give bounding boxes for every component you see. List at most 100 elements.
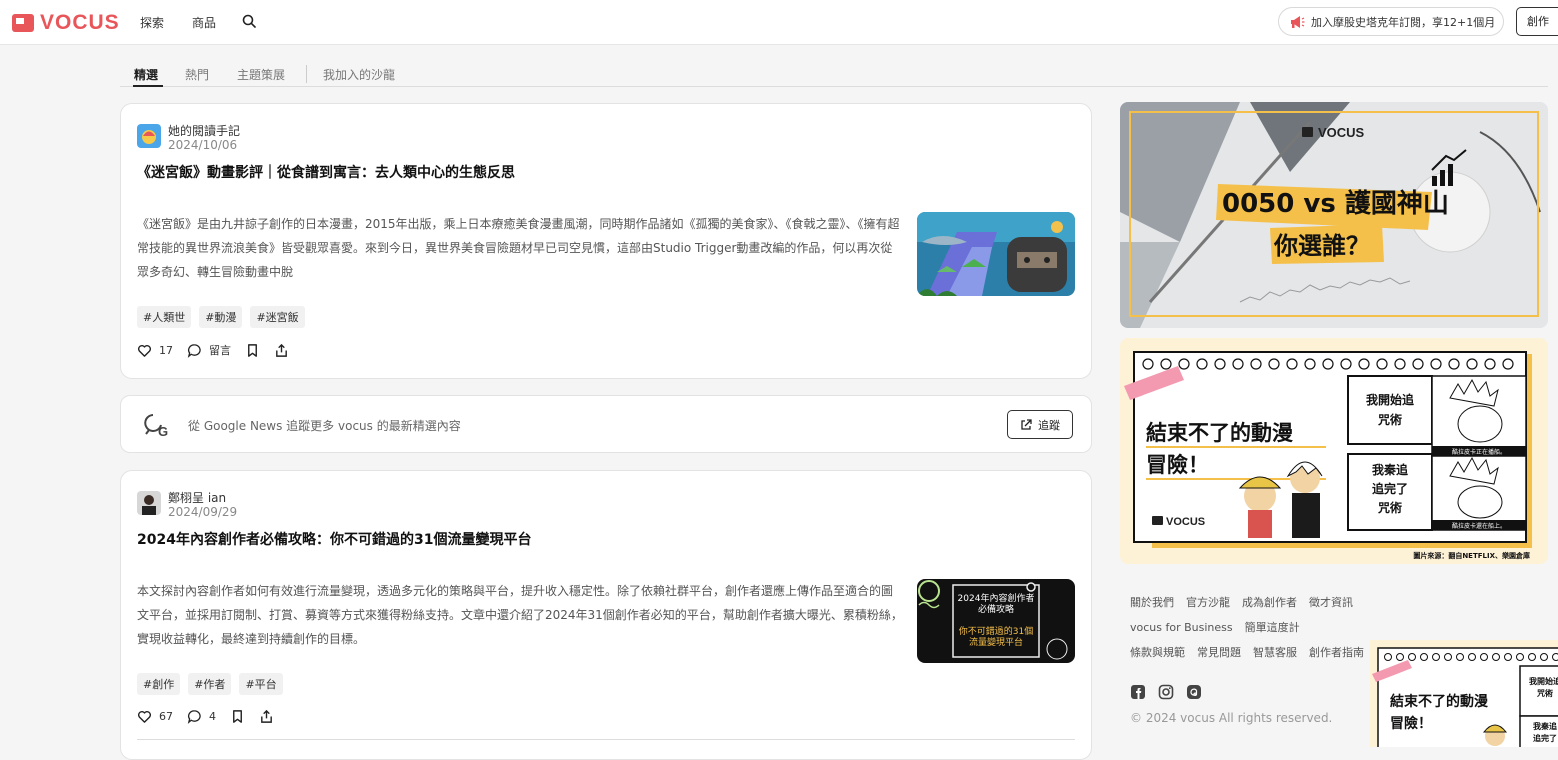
post-card[interactable]: 她的閱讀手記 2024/10/06 《迷宮飯》動畫影評｜從食譜到寓言：去人類中心…: [120, 103, 1092, 379]
tab-curation[interactable]: 主題策展: [237, 66, 285, 83]
ad3-box2: 我秦追: [1533, 721, 1557, 731]
active-tab-indicator: [133, 85, 163, 87]
tab-popular[interactable]: 熱門: [185, 66, 209, 83]
footer-link-progress[interactable]: 簡單這度計: [1245, 621, 1300, 634]
ad2-brand: VOCUS: [1166, 516, 1205, 528]
ad-banner-anime[interactable]: 結束不了的動漫 冒險！ VOCUS 我開始追 咒術 酷拉皮卡正在播船。 我秦追 …: [1120, 338, 1548, 564]
author-name[interactable]: 鄭栩呈 ian: [168, 489, 226, 506]
create-button[interactable]: 創作: [1516, 7, 1558, 36]
comment-icon: [187, 709, 202, 724]
nav-explore[interactable]: 探索: [140, 14, 164, 31]
thumb-line-4: 流量變現平台: [969, 636, 1023, 648]
logo-text: VOCUS: [40, 11, 120, 35]
comment-button[interactable]: 4: [187, 709, 216, 724]
external-link-icon: [1020, 419, 1032, 431]
bookmark-icon: [245, 343, 260, 358]
thumb-line-2: 必備攻略: [978, 603, 1014, 615]
svg-text:G: G: [158, 424, 168, 438]
megaphone-icon: [1289, 15, 1305, 29]
like-button[interactable]: 17: [137, 343, 173, 358]
ad2-headline1: 結束不了的動漫: [1146, 421, 1293, 445]
ad2-source: 圖片來源：翻自NETFLIX、樂園倉庫: [1413, 551, 1530, 560]
post-actions: 67 4: [137, 709, 288, 724]
follow-button[interactable]: 追蹤: [1007, 410, 1073, 439]
tag[interactable]: #創作: [137, 673, 180, 695]
like-button[interactable]: 67: [137, 709, 173, 724]
author-avatar-icon: [137, 491, 161, 515]
tab-featured[interactable]: 精選: [134, 66, 158, 83]
tag[interactable]: #平台: [239, 673, 282, 695]
instagram-icon[interactable]: [1158, 684, 1174, 700]
footer-link-support[interactable]: 智慧客服: [1253, 646, 1297, 659]
ad-anime-small-image: 結束不了的動漫 冒險！ 我開始追 咒術 我秦追 追完了: [1370, 640, 1558, 747]
footer-link-salon[interactable]: 官方沙龍: [1186, 596, 1230, 609]
ad2-caption2: 酷拉皮卡還在船上。: [1452, 522, 1506, 530]
post-title[interactable]: 2024年內容創作者必備攻略：你不可錯過的31個流量變現平台: [137, 529, 531, 549]
footer-link-guide[interactable]: 創作者指南: [1309, 646, 1364, 659]
author-avatar-icon: [137, 124, 161, 148]
logo-mark-icon: [12, 14, 34, 32]
comment-icon: [187, 343, 202, 358]
bookmark-button[interactable]: [245, 343, 260, 358]
share-icon: [259, 709, 274, 724]
comment-count: 4: [209, 710, 216, 723]
threads-icon[interactable]: [1186, 684, 1202, 700]
copyright: © 2024 vocus All rights reserved.: [1130, 711, 1332, 725]
vocus-logo[interactable]: VOCUS: [12, 11, 120, 35]
post-title[interactable]: 《迷宮飯》動畫影評｜從食譜到寓言：去人類中心的生態反思: [137, 162, 515, 182]
heart-icon: [137, 709, 152, 724]
tab-my-salons[interactable]: 我加入的沙龍: [323, 66, 395, 83]
ad-banner-etf[interactable]: VOCUS 0050 vs 護國神山 你選誰？: [1120, 102, 1548, 328]
footer-link-terms[interactable]: 條款與規範: [1130, 646, 1185, 659]
promo-text: 加入摩股史塔克年訂閱，享12+1個月: [1311, 14, 1495, 30]
avatar[interactable]: [137, 491, 161, 515]
nav-products[interactable]: 商品: [192, 14, 216, 31]
post-thumbnail[interactable]: [917, 212, 1075, 296]
google-news-banner: G 從 Google News 追蹤更多 vocus 的最新精選內容 追蹤: [120, 395, 1092, 453]
share-button[interactable]: [274, 343, 289, 358]
ad2-box2-line3: 咒術: [1378, 500, 1402, 515]
tag-list: #創作 #作者 #平台: [137, 673, 283, 695]
tag[interactable]: #迷宮飯: [250, 306, 304, 328]
avatar[interactable]: [137, 124, 161, 148]
ad1-brand: VOCUS: [1318, 125, 1365, 140]
share-button[interactable]: [259, 709, 274, 724]
post-thumbnail[interactable]: 2024年內容創作者 必備攻略 你不可錯過的31個 流量變現平台: [917, 579, 1075, 663]
footer-link-business[interactable]: vocus for Business: [1130, 621, 1233, 634]
promo-button[interactable]: 加入摩股史塔克年訂閱，享12+1個月: [1278, 7, 1504, 36]
comment-button[interactable]: 留言: [187, 342, 231, 358]
author-name[interactable]: 她的閱讀手記: [168, 122, 240, 139]
ad-banner-anime-small[interactable]: 結束不了的動漫 冒險！ 我開始追 咒術 我秦追 追完了: [1370, 640, 1558, 747]
divider: [137, 739, 1075, 740]
tag[interactable]: #作者: [188, 673, 231, 695]
search-icon[interactable]: [242, 14, 256, 28]
ad2-caption1: 酷拉皮卡正在播船。: [1452, 448, 1506, 456]
footer-link-creator[interactable]: 成為創作者: [1242, 596, 1297, 609]
ad1-line2: 你選誰？: [1273, 232, 1370, 260]
post-actions: 17 留言: [137, 342, 303, 358]
ad2-box1-line2: 咒術: [1378, 412, 1402, 427]
footer-link-about[interactable]: 關於我們: [1130, 596, 1174, 609]
post-excerpt[interactable]: 本文探討內容創作者如何有效進行流量變現，透過多元化的策略與平台，提升收入穩定性。…: [137, 579, 903, 651]
bookmark-icon: [230, 709, 245, 724]
bookmark-button[interactable]: [230, 709, 245, 724]
tag[interactable]: #動漫: [199, 306, 242, 328]
tag[interactable]: #人類世: [137, 306, 191, 328]
post-card[interactable]: 鄭栩呈 ian 2024/09/29 2024年內容創作者必備攻略：你不可錯過的…: [120, 470, 1092, 760]
ad3-box2b: 追完了: [1533, 733, 1557, 743]
ad3-box1b: 咒術: [1536, 688, 1553, 698]
footer-link-faq[interactable]: 常見問題: [1197, 646, 1241, 659]
ad2-box2-line2: 追完了: [1372, 481, 1408, 496]
like-count: 17: [159, 344, 173, 357]
like-count: 67: [159, 710, 173, 723]
post-excerpt[interactable]: 《迷宮飯》是由九井諒子創作的日本漫畫，2015年出版，乘上日本療癒美食漫畫風潮，…: [137, 212, 903, 284]
thumb-line-3: 你不可錯過的31個: [959, 625, 1033, 637]
ad-anime-image: 結束不了的動漫 冒險！ VOCUS 我開始追 咒術 酷拉皮卡正在播船。 我秦追 …: [1120, 338, 1548, 564]
facebook-icon[interactable]: [1130, 684, 1146, 700]
tab-divider: [306, 65, 307, 83]
ad-etf-image: VOCUS 0050 vs 護國神山 你選誰？: [1120, 102, 1548, 328]
ad3-box1: 我開始追: [1529, 676, 1558, 686]
footer-link-jobs[interactable]: 徵才資訊: [1309, 596, 1353, 609]
footer-links: 關於我們官方沙龍成為創作者徵才資訊 vocus for Business 簡單這度…: [1130, 590, 1380, 665]
ad3-headline2: 冒險！: [1390, 715, 1432, 732]
